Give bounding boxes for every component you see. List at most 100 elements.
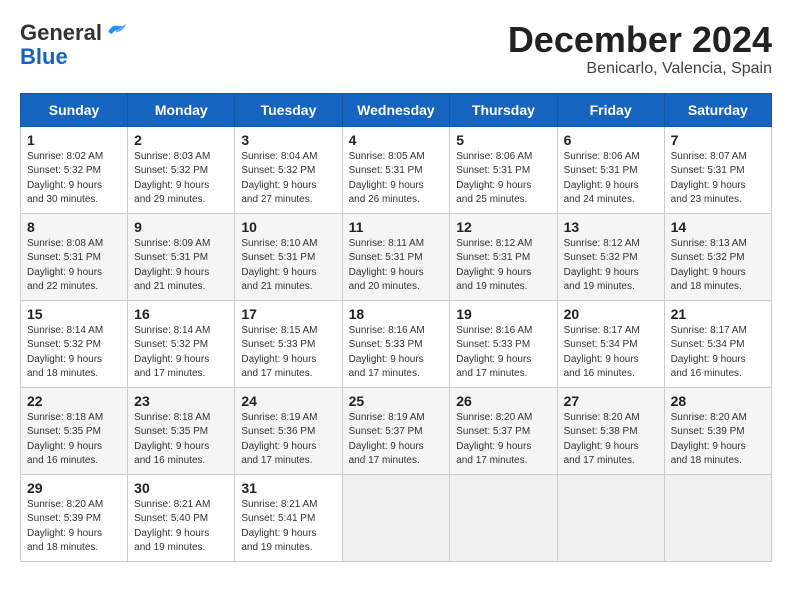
day-number: 19 — [456, 306, 550, 322]
day-number: 2 — [134, 132, 228, 148]
day-info: Sunrise: 8:04 AM Sunset: 5:32 PM Dayligh… — [241, 150, 335, 208]
calendar-cell — [342, 474, 450, 561]
day-number: 15 — [27, 306, 121, 322]
day-info: Sunrise: 8:13 AM Sunset: 5:32 PM Dayligh… — [671, 237, 765, 295]
day-number: 9 — [134, 219, 228, 235]
calendar-cell: 15 Sunrise: 8:14 AM Sunset: 5:32 PM Dayli… — [21, 300, 128, 387]
calendar-cell: 16 Sunrise: 8:14 AM Sunset: 5:32 PM Dayli… — [128, 300, 235, 387]
logo: General Blue — [20, 20, 128, 70]
day-info: Sunrise: 8:20 AM Sunset: 5:38 PM Dayligh… — [564, 411, 658, 469]
calendar-cell: 27 Sunrise: 8:20 AM Sunset: 5:38 PM Dayli… — [557, 387, 664, 474]
month-title: December 2024 — [508, 20, 772, 60]
calendar-table: SundayMondayTuesdayWednesdayThursdayFrid… — [20, 93, 772, 562]
day-info: Sunrise: 8:10 AM Sunset: 5:31 PM Dayligh… — [241, 237, 335, 295]
calendar-cell — [557, 474, 664, 561]
day-number: 4 — [349, 132, 444, 148]
day-info: Sunrise: 8:06 AM Sunset: 5:31 PM Dayligh… — [456, 150, 550, 208]
calendar-cell — [664, 474, 771, 561]
day-info: Sunrise: 8:18 AM Sunset: 5:35 PM Dayligh… — [27, 411, 121, 469]
day-number: 17 — [241, 306, 335, 322]
day-info: Sunrise: 8:12 AM Sunset: 5:31 PM Dayligh… — [456, 237, 550, 295]
calendar-cell: 24Sunrise: 8:19 AM Sunset: 5:36 PM Dayli… — [235, 387, 342, 474]
calendar-cell: 8 Sunrise: 8:08 AM Sunset: 5:31 PM Daylig… — [21, 213, 128, 300]
calendar-cell: 26Sunrise: 8:20 AM Sunset: 5:37 PM Dayli… — [450, 387, 557, 474]
day-info: Sunrise: 8:02 AM Sunset: 5:32 PM Dayligh… — [27, 150, 121, 208]
day-number: 25 — [349, 393, 444, 409]
calendar-cell: 11Sunrise: 8:11 AM Sunset: 5:31 PM Dayli… — [342, 213, 450, 300]
day-info: Sunrise: 8:20 AM Sunset: 5:37 PM Dayligh… — [456, 411, 550, 469]
day-number: 18 — [349, 306, 444, 322]
calendar-cell: 7Sunrise: 8:07 AM Sunset: 5:31 PM Daylig… — [664, 126, 771, 213]
day-number: 8 — [27, 219, 121, 235]
calendar-week-4: 22 Sunrise: 8:18 AM Sunset: 5:35 PM Dayli… — [21, 387, 772, 474]
day-number: 22 — [27, 393, 121, 409]
logo-general: General — [20, 20, 102, 46]
calendar-cell: 4Sunrise: 8:05 AM Sunset: 5:31 PM Daylig… — [342, 126, 450, 213]
calendar-cell: 31 Sunrise: 8:21 AM Sunset: 5:41 PM Dayli… — [235, 474, 342, 561]
day-info: Sunrise: 8:14 AM Sunset: 5:32 PM Dayligh… — [134, 324, 228, 382]
calendar-cell: 20 Sunrise: 8:17 AM Sunset: 5:34 PM Dayli… — [557, 300, 664, 387]
calendar-cell: 14 Sunrise: 8:13 AM Sunset: 5:32 PM Dayli… — [664, 213, 771, 300]
calendar-week-3: 15 Sunrise: 8:14 AM Sunset: 5:32 PM Dayli… — [21, 300, 772, 387]
calendar-cell: 9Sunrise: 8:09 AM Sunset: 5:31 PM Daylig… — [128, 213, 235, 300]
column-header-thursday: Thursday — [450, 93, 557, 126]
logo-blue: Blue — [20, 44, 68, 70]
day-number: 28 — [671, 393, 765, 409]
calendar-cell: 12 Sunrise: 8:12 AM Sunset: 5:31 PM Dayli… — [450, 213, 557, 300]
day-number: 30 — [134, 480, 228, 496]
calendar-cell: 3Sunrise: 8:04 AM Sunset: 5:32 PM Daylig… — [235, 126, 342, 213]
day-info: Sunrise: 8:17 AM Sunset: 5:34 PM Dayligh… — [671, 324, 765, 382]
day-number: 12 — [456, 219, 550, 235]
calendar-cell: 25Sunrise: 8:19 AM Sunset: 5:37 PM Dayli… — [342, 387, 450, 474]
day-info: Sunrise: 8:14 AM Sunset: 5:32 PM Dayligh… — [27, 324, 121, 382]
day-number: 7 — [671, 132, 765, 148]
calendar-cell: 10 Sunrise: 8:10 AM Sunset: 5:31 PM Dayli… — [235, 213, 342, 300]
day-info: Sunrise: 8:17 AM Sunset: 5:34 PM Dayligh… — [564, 324, 658, 382]
day-info: Sunrise: 8:20 AM Sunset: 5:39 PM Dayligh… — [671, 411, 765, 469]
day-number: 5 — [456, 132, 550, 148]
column-header-tuesday: Tuesday — [235, 93, 342, 126]
column-header-sunday: Sunday — [21, 93, 128, 126]
day-number: 10 — [241, 219, 335, 235]
day-info: Sunrise: 8:06 AM Sunset: 5:31 PM Dayligh… — [564, 150, 658, 208]
column-header-saturday: Saturday — [664, 93, 771, 126]
calendar-cell: 6Sunrise: 8:06 AM Sunset: 5:31 PM Daylig… — [557, 126, 664, 213]
calendar-cell: 21Sunrise: 8:17 AM Sunset: 5:34 PM Dayli… — [664, 300, 771, 387]
column-header-wednesday: Wednesday — [342, 93, 450, 126]
calendar-cell: 28 Sunrise: 8:20 AM Sunset: 5:39 PM Dayli… — [664, 387, 771, 474]
location: Benicarlo, Valencia, Spain — [508, 60, 772, 78]
day-number: 16 — [134, 306, 228, 322]
day-number: 1 — [27, 132, 121, 148]
calendar-cell: 5 Sunrise: 8:06 AM Sunset: 5:31 PM Daylig… — [450, 126, 557, 213]
day-info: Sunrise: 8:08 AM Sunset: 5:31 PM Dayligh… — [27, 237, 121, 295]
day-number: 13 — [564, 219, 658, 235]
calendar-week-1: 1 Sunrise: 8:02 AM Sunset: 5:32 PM Daylig… — [21, 126, 772, 213]
day-number: 20 — [564, 306, 658, 322]
day-number: 27 — [564, 393, 658, 409]
day-info: Sunrise: 8:18 AM Sunset: 5:35 PM Dayligh… — [134, 411, 228, 469]
day-info: Sunrise: 8:20 AM Sunset: 5:39 PM Dayligh… — [27, 498, 121, 556]
calendar-week-2: 8 Sunrise: 8:08 AM Sunset: 5:31 PM Daylig… — [21, 213, 772, 300]
calendar-cell: 19 Sunrise: 8:16 AM Sunset: 5:33 PM Dayli… — [450, 300, 557, 387]
page-header: General Blue December 2024 Benicarlo, Va… — [20, 20, 772, 78]
day-info: Sunrise: 8:03 AM Sunset: 5:32 PM Dayligh… — [134, 150, 228, 208]
day-number: 31 — [241, 480, 335, 496]
day-info: Sunrise: 8:19 AM Sunset: 5:36 PM Dayligh… — [241, 411, 335, 469]
day-info: Sunrise: 8:21 AM Sunset: 5:41 PM Dayligh… — [241, 498, 335, 556]
calendar-header-row: SundayMondayTuesdayWednesdayThursdayFrid… — [21, 93, 772, 126]
column-header-monday: Monday — [128, 93, 235, 126]
day-info: Sunrise: 8:16 AM Sunset: 5:33 PM Dayligh… — [456, 324, 550, 382]
calendar-cell: 2 Sunrise: 8:03 AM Sunset: 5:32 PM Daylig… — [128, 126, 235, 213]
logo-bird-icon — [106, 22, 128, 40]
day-number: 11 — [349, 219, 444, 235]
day-number: 14 — [671, 219, 765, 235]
calendar-cell: 18Sunrise: 8:16 AM Sunset: 5:33 PM Dayli… — [342, 300, 450, 387]
title-block: December 2024 Benicarlo, Valencia, Spain — [508, 20, 772, 78]
calendar-cell: 17Sunrise: 8:15 AM Sunset: 5:33 PM Dayli… — [235, 300, 342, 387]
calendar-cell: 30Sunrise: 8:21 AM Sunset: 5:40 PM Dayli… — [128, 474, 235, 561]
day-number: 29 — [27, 480, 121, 496]
calendar-cell: 13Sunrise: 8:12 AM Sunset: 5:32 PM Dayli… — [557, 213, 664, 300]
day-number: 23 — [134, 393, 228, 409]
calendar-cell: 22 Sunrise: 8:18 AM Sunset: 5:35 PM Dayli… — [21, 387, 128, 474]
column-header-friday: Friday — [557, 93, 664, 126]
